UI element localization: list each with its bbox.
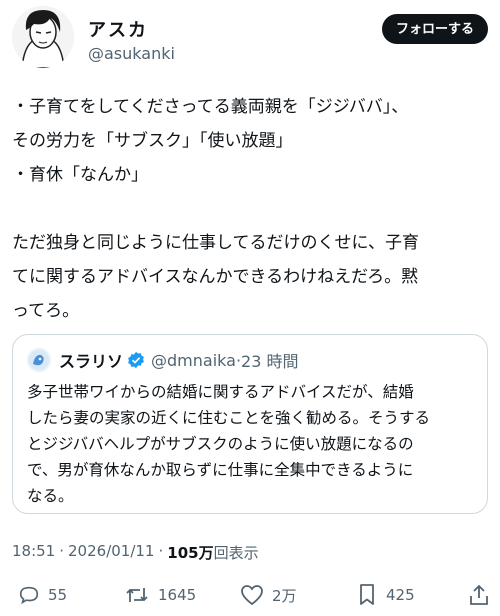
heart-icon bbox=[241, 585, 263, 606]
like-button[interactable]: 2万 bbox=[240, 580, 297, 610]
tweet-line: ってろ。 bbox=[12, 301, 80, 321]
tweet-text: ・子育てをしてくださってる義両親を「ジジババ」、 その労力を「サブスク」「使い放… bbox=[12, 90, 492, 328]
quoted-timestamp[interactable]: 23 時間 bbox=[241, 348, 298, 372]
post-time[interactable]: 18:51 bbox=[12, 542, 55, 563]
bookmark-count: 425 bbox=[386, 586, 415, 604]
author-avatar[interactable] bbox=[12, 6, 74, 68]
tweet-meta: 18:51 · 2026/01/11 · 105万 回表示 bbox=[12, 542, 259, 563]
follow-button[interactable]: フォローする bbox=[381, 14, 488, 44]
bookmark-button[interactable]: 425 bbox=[356, 580, 415, 610]
reply-button[interactable]: 55 bbox=[18, 580, 67, 610]
quoted-tweet-text: 多子世帯ワイからの結婚に関するアドバイスだが、結婚 したら妻の実家の近くに住むこ… bbox=[27, 383, 431, 505]
reply-icon bbox=[19, 586, 39, 605]
author-name[interactable]: アスカ bbox=[88, 16, 148, 42]
quoted-author-handle[interactable]: @dmnaika bbox=[151, 351, 236, 370]
meta-separator: · bbox=[158, 542, 164, 560]
view-count: 105万 bbox=[167, 544, 214, 562]
tweet-line: てに関するアドバイスなんかできるわけねえだろ。黙 bbox=[12, 267, 419, 287]
action-bar: 55 1645 2万 425 bbox=[12, 580, 492, 610]
like-count: 2万 bbox=[272, 586, 297, 605]
tweet-line-blank bbox=[12, 192, 492, 226]
quoted-author-name[interactable]: スラリソ bbox=[59, 348, 123, 372]
tweet-header: アスカ @asukanki フォローする bbox=[12, 6, 488, 70]
share-icon bbox=[470, 584, 488, 605]
repost-count: 1645 bbox=[158, 586, 197, 604]
verified-badge-icon bbox=[128, 351, 144, 369]
author-handle[interactable]: @asukanki bbox=[88, 44, 175, 63]
meta-separator: · bbox=[59, 542, 65, 560]
repost-icon bbox=[126, 588, 148, 602]
tweet-line: ・育休「なんか」 bbox=[12, 165, 148, 185]
tweet-line: ・子育てをしてくださってる義両親を「ジジババ」、 bbox=[12, 97, 409, 117]
share-button[interactable] bbox=[468, 580, 498, 610]
quoted-author-avatar[interactable] bbox=[27, 348, 51, 372]
view-label: 回表示 bbox=[213, 544, 259, 562]
tweet-line: ただ独身と同じように仕事してるだけのくせに、子育 bbox=[12, 233, 419, 253]
repost-button[interactable]: 1645 bbox=[124, 580, 196, 610]
bookmark-icon bbox=[360, 584, 374, 605]
quoted-tweet-header: スラリソ @dmnaika · 23 時間 bbox=[27, 347, 298, 373]
reply-count: 55 bbox=[48, 586, 68, 604]
tweet-line: その労力を「サブスク」「使い放題」 bbox=[12, 131, 293, 151]
quoted-tweet[interactable]: スラリソ @dmnaika · 23 時間 多子世帯ワイからの結婚に関するアドバ… bbox=[12, 334, 488, 514]
post-date[interactable]: 2026/01/11 bbox=[68, 542, 154, 563]
